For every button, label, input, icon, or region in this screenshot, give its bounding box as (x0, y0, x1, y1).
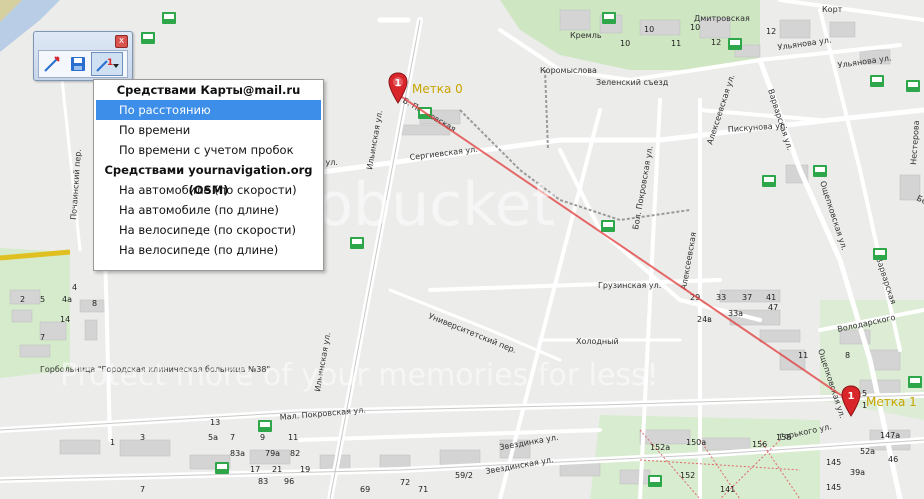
menu-header-mail-maps: Средствами Карты@mail.ru (116, 83, 301, 97)
menu-item-by-time[interactable]: По времени (94, 120, 323, 140)
svg-text:41: 41 (766, 293, 776, 302)
route-options-menu: Средствами Карты@mail.ru По расстоянию П… (93, 79, 324, 271)
place-label-kort: Корт (822, 5, 843, 14)
svg-text:156: 156 (752, 440, 767, 449)
svg-text:10: 10 (690, 23, 700, 32)
svg-text:5а: 5а (208, 433, 218, 442)
svg-text:59/2: 59/2 (455, 471, 473, 480)
svg-text:1: 1 (107, 58, 113, 68)
close-button[interactable]: x (115, 35, 128, 48)
svg-text:152: 152 (680, 471, 695, 480)
svg-text:82: 82 (290, 449, 300, 458)
svg-text:83: 83 (258, 477, 268, 486)
svg-text:7: 7 (140, 485, 145, 494)
svg-text:24в: 24в (697, 315, 712, 324)
marker-label-0: Метка 0 (412, 82, 463, 96)
place-label-hospital: Горбольница "Городская клиническая больн… (40, 365, 270, 374)
save-icon (71, 57, 85, 71)
svg-text:8: 8 (845, 351, 850, 360)
route-menu-icon: 1 (96, 58, 119, 72)
svg-text:17: 17 (250, 465, 260, 474)
menu-item-bike-length[interactable]: На велосипеде (по длине) (94, 240, 323, 260)
svg-text:19: 19 (300, 465, 310, 474)
svg-text:141: 141 (720, 485, 735, 494)
menu-header-yournavigation: Средствами yournavigation.org (OSM) (104, 163, 313, 197)
street-label-gruzinskaya: Грузинская ул. (598, 281, 661, 290)
route-line-icon (44, 56, 60, 72)
svg-text:12: 12 (766, 27, 776, 36)
svg-text:4: 4 (72, 283, 77, 292)
svg-text:96: 96 (284, 477, 294, 486)
svg-text:152а: 152а (650, 443, 670, 452)
map-marker-1[interactable]: 1 (840, 385, 862, 417)
svg-text:12: 12 (711, 38, 721, 47)
svg-text:11: 11 (671, 39, 681, 48)
toolbar-tools: 1 (38, 50, 128, 78)
svg-text:33: 33 (716, 293, 726, 302)
street-label-dmitrovskaya: Дмитровская (694, 14, 750, 23)
svg-text:10: 10 (620, 39, 630, 48)
svg-text:47: 47 (768, 303, 778, 312)
map-marker-0[interactable]: 1 (387, 72, 409, 104)
svg-text:69: 69 (360, 485, 370, 494)
svg-text:11: 11 (798, 351, 808, 360)
svg-text:46: 46 (888, 455, 898, 464)
menu-item-bike-speed[interactable]: На велосипеде (по скорости) (94, 220, 323, 240)
svg-text:33а: 33а (728, 309, 743, 318)
svg-text:10: 10 (644, 25, 654, 34)
svg-text:2: 2 (20, 295, 25, 304)
marker-label-1: Метка 1 (866, 395, 917, 409)
svg-text:1: 1 (395, 78, 402, 89)
svg-text:4а: 4а (62, 295, 72, 304)
svg-text:1: 1 (848, 391, 855, 402)
svg-text:52а: 52а (860, 447, 875, 456)
svg-text:7: 7 (40, 333, 45, 342)
svg-text:71: 71 (418, 485, 428, 494)
svg-text:1: 1 (110, 438, 115, 447)
svg-text:158: 158 (776, 433, 791, 442)
svg-text:3: 3 (140, 433, 145, 442)
svg-text:72: 72 (400, 478, 410, 487)
svg-text:150а: 150а (686, 438, 706, 447)
place-label-koromyslova: Коромыслова (540, 66, 597, 75)
svg-text:14: 14 (60, 315, 70, 324)
svg-text:39а: 39а (850, 468, 865, 477)
menu-item-car-length[interactable]: На автомобиле (по длине) (94, 200, 323, 220)
menu-item-by-distance[interactable]: По расстоянию (96, 100, 321, 120)
svg-text:79а: 79а (265, 449, 280, 458)
svg-text:147а: 147а (880, 431, 900, 440)
street-label-kholodny: Холодный (576, 337, 619, 346)
svg-text:21: 21 (272, 465, 282, 474)
svg-text:145: 145 (826, 458, 841, 467)
svg-text:5: 5 (40, 295, 45, 304)
route-toolbar: x 1 (33, 31, 133, 81)
svg-text:8: 8 (92, 299, 97, 308)
svg-text:11: 11 (288, 433, 298, 442)
svg-text:83а: 83а (230, 449, 245, 458)
svg-text:7: 7 (230, 433, 235, 442)
svg-text:9: 9 (260, 433, 265, 442)
svg-text:37: 37 (742, 293, 752, 302)
park-west (0, 248, 70, 378)
svg-text:145: 145 (826, 483, 841, 492)
route-line-tool[interactable] (39, 53, 65, 75)
route-menu-tool[interactable]: 1 (91, 52, 123, 76)
menu-item-car-speed[interactable]: На автомобиле (по скорости) (94, 180, 323, 200)
svg-text:13: 13 (210, 418, 220, 427)
place-label-kremlin: Кремль (570, 31, 602, 40)
save-tool[interactable] (65, 53, 91, 75)
menu-item-by-time-traffic[interactable]: По времени с учетом пробок (94, 140, 323, 160)
place-label-zelensky: Зеленский съезд (596, 78, 669, 87)
